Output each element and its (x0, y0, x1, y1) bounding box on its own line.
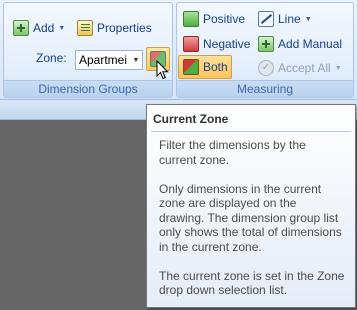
add-manual-button[interactable]: Add Manual (258, 34, 342, 54)
ribbon: Dimension Groups Add ▼ Properties Zone: … (0, 0, 357, 100)
line-button[interactable]: Line ▼ (258, 9, 312, 29)
negative-button[interactable]: Negative (183, 34, 250, 54)
tooltip-paragraph: Filter the dimensions by the current zon… (159, 138, 306, 167)
negative-icon (183, 36, 199, 52)
chevron-down-icon: ▼ (304, 15, 312, 23)
add-manual-icon (258, 36, 274, 52)
chevron-down-icon: ▼ (58, 24, 66, 32)
add-button-label: Add (33, 21, 55, 35)
zone-select[interactable]: Apartmei ▼ (75, 50, 143, 70)
add-group-icon (13, 20, 29, 36)
tooltip-body: Filter the dimensions by the current zon… (159, 138, 345, 310)
properties-icon (77, 20, 93, 36)
negative-button-label: Negative (203, 37, 251, 51)
tooltip-divider (151, 131, 351, 132)
both-icon (183, 59, 199, 75)
accept-all-button[interactable]: ✓ Accept All ▼ (258, 58, 342, 78)
add-manual-button-label: Add Manual (278, 37, 343, 51)
both-button[interactable]: Both (183, 57, 228, 77)
zone-select-value: Apartmei (79, 53, 128, 67)
line-button-label: Line (278, 12, 301, 26)
tooltip-title: Current Zone (153, 112, 229, 126)
line-icon (258, 11, 274, 27)
tooltip-paragraph: The current zone is set in the Zone drop… (159, 268, 345, 298)
chevron-down-icon: ▼ (334, 64, 342, 72)
positive-icon (183, 11, 199, 27)
add-button[interactable]: Add ▼ (13, 18, 65, 38)
both-button-label: Both (203, 60, 228, 74)
tooltip-paragraph: Only dimensions in the current zone are … (159, 181, 342, 254)
properties-button-label: Properties (97, 21, 152, 35)
positive-button[interactable]: Positive (183, 9, 245, 29)
check-icon: ✓ (258, 60, 274, 76)
dimension-groups-caption: Dimension Groups (4, 80, 172, 97)
accept-all-button-label: Accept All (278, 61, 331, 75)
measuring-caption: Measuring (177, 80, 353, 97)
zone-label: Zone: (36, 51, 67, 65)
positive-button-label: Positive (203, 12, 246, 26)
current-zone-tooltip: Current Zone Filter the dimensions by th… (146, 104, 356, 308)
chevron-down-icon: ▼ (132, 56, 140, 64)
properties-button[interactable]: Properties (77, 18, 152, 38)
